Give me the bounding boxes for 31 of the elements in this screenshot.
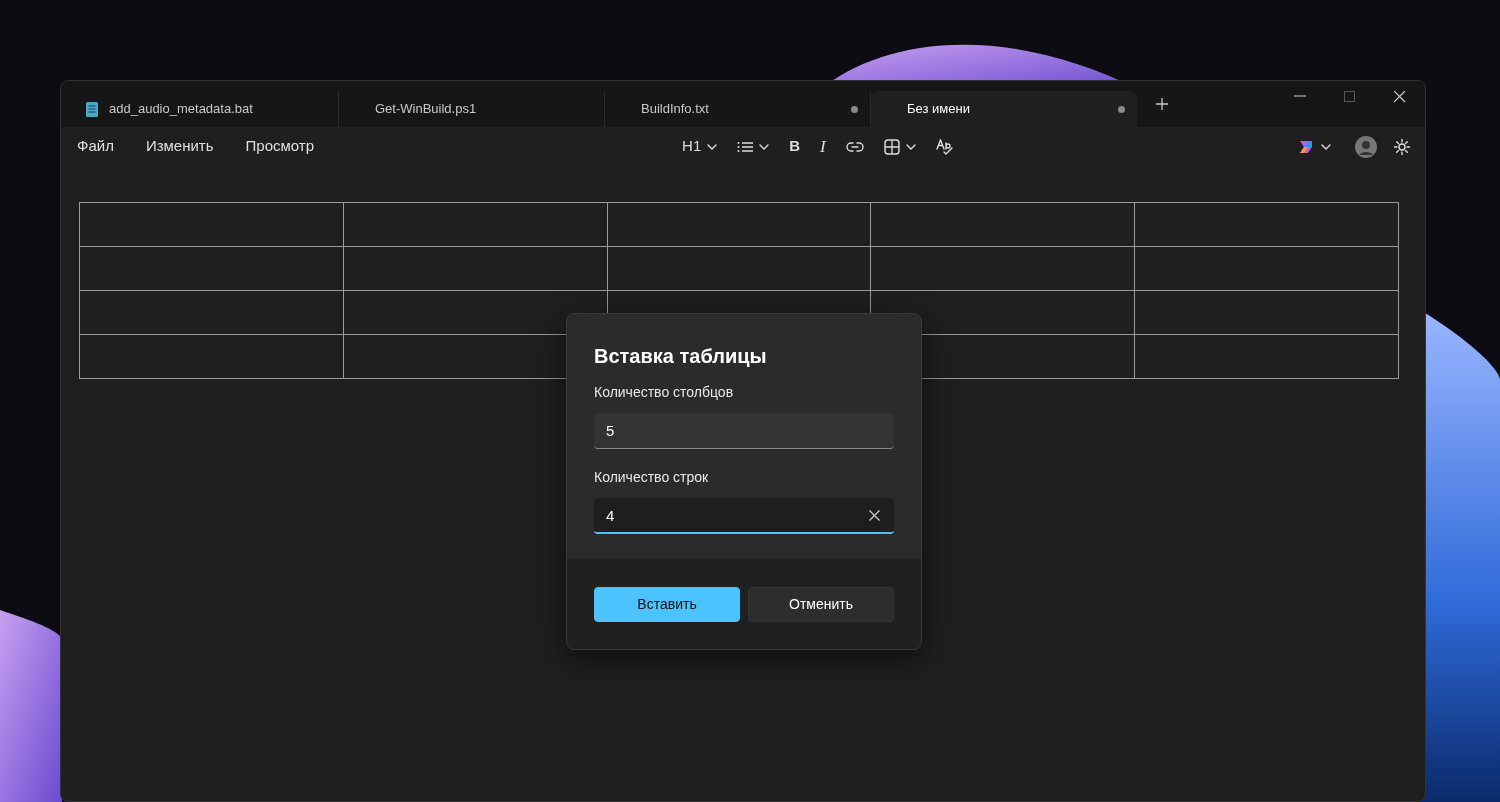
menu-item[interactable]: Просмотр xyxy=(243,131,331,162)
list-icon xyxy=(737,140,754,153)
tab-label: Get-WinBuild.ps1 xyxy=(375,100,477,119)
link-icon xyxy=(845,141,864,152)
close-icon xyxy=(1394,91,1406,103)
dialog-title: Вставка таблицы xyxy=(594,344,768,368)
clear-icon[interactable] xyxy=(869,510,880,521)
file-tab[interactable]: Без имени xyxy=(871,91,1137,127)
file-tab[interactable]: add_audio_metadata.bat xyxy=(73,91,339,127)
insert-button[interactable]: Вставить xyxy=(594,587,740,622)
avatar-icon[interactable] xyxy=(1355,135,1377,158)
field-label: Количество столбцов xyxy=(594,383,735,402)
number-field[interactable]: 5 xyxy=(594,413,894,449)
chevron-icon xyxy=(1321,143,1331,150)
settings-icon[interactable] xyxy=(1393,137,1411,156)
toolbar-button[interactable]: I xyxy=(812,129,834,164)
menu-item[interactable]: Изменить xyxy=(143,131,230,162)
cancel-button[interactable]: Отменить xyxy=(748,587,894,622)
spellcheck-icon xyxy=(935,138,954,155)
maximize-icon xyxy=(1344,91,1356,103)
toolbar-button[interactable]: H1 xyxy=(674,131,726,162)
number-field[interactable]: 4 xyxy=(594,498,894,534)
tab-label: add_audio_metadata.bat xyxy=(109,100,253,119)
plus-icon xyxy=(1156,98,1168,110)
toolbar-button[interactable]: B xyxy=(781,131,809,162)
file-tab[interactable]: Get-WinBuild.ps1 xyxy=(339,91,605,127)
table-icon xyxy=(883,138,900,155)
tab-label: Без имени xyxy=(907,100,970,119)
field-label: Количество строк xyxy=(594,468,710,487)
tab-label: BuildInfo.txt xyxy=(641,100,709,119)
menu-item[interactable]: Файл xyxy=(75,131,130,162)
